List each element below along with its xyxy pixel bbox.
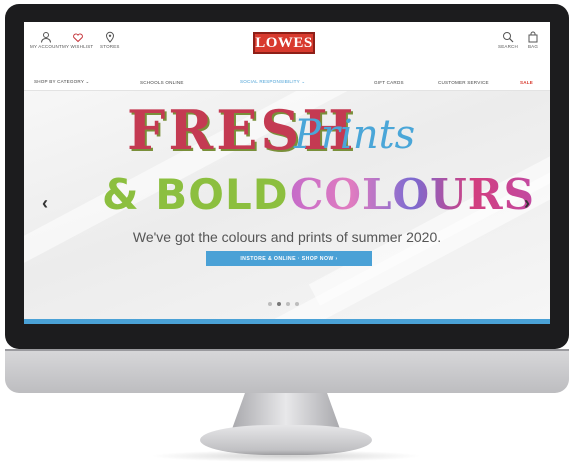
carousel-dot-active[interactable] xyxy=(277,302,281,306)
carousel-dot[interactable] xyxy=(295,302,299,306)
monitor-chin xyxy=(5,349,569,393)
headline-prints: Prints xyxy=(294,112,416,158)
hero-banner[interactable]: FRESH Prints & BOLD COLOURS We've got th… xyxy=(24,91,550,319)
website-screen: MY ACCOUNT MY WISHLIST STORES LOWES SEAR… xyxy=(24,22,550,324)
banner-tagline: We've got the colours and prints of summ… xyxy=(132,229,442,245)
location-pin-icon xyxy=(103,30,117,44)
nav-social-responsibility[interactable]: SOCIAL RESPONSIBILITY ⌄ xyxy=(240,79,305,85)
shop-now-button[interactable]: INSTORE & ONLINE · SHOP NOW › xyxy=(206,251,372,266)
headline-bold: & BOLD xyxy=(102,170,289,219)
carousel-prev-button[interactable]: ‹ xyxy=(42,193,48,214)
bag-button[interactable]: BAG xyxy=(526,30,540,49)
heart-icon xyxy=(71,30,85,44)
carousel-dot[interactable] xyxy=(286,302,290,306)
main-nav: SHOP BY CATEGORY ⌄ SCHOOLS ONLINE SOCIAL… xyxy=(24,75,550,89)
site-header: MY ACCOUNT MY WISHLIST STORES LOWES SEAR… xyxy=(24,22,550,68)
my-wishlist-link[interactable]: MY WISHLIST xyxy=(62,30,93,49)
banner-bottom-bar xyxy=(24,319,550,324)
nav-sale[interactable]: SALE xyxy=(520,80,533,85)
monitor-stand-neck xyxy=(232,393,340,429)
nav-customer-service[interactable]: CUSTOMER SERVICE xyxy=(438,80,489,85)
monitor-divider xyxy=(5,349,569,351)
search-icon xyxy=(501,30,515,44)
user-icon xyxy=(39,30,53,44)
shopping-bag-icon xyxy=(526,30,540,44)
my-account-label: MY ACCOUNT xyxy=(30,44,62,49)
search-button[interactable]: SEARCH xyxy=(498,30,518,49)
my-account-link[interactable]: MY ACCOUNT xyxy=(30,30,62,49)
nav-gift-cards[interactable]: GIFT CARDS xyxy=(374,80,404,85)
lowes-logo[interactable]: LOWES xyxy=(253,32,315,54)
headline-colours: COLOURS xyxy=(290,170,535,219)
carousel-dots xyxy=(268,302,299,306)
stores-link[interactable]: STORES xyxy=(100,30,120,49)
nav-shop-by-category[interactable]: SHOP BY CATEGORY ⌄ xyxy=(34,79,90,85)
my-wishlist-label: MY WISHLIST xyxy=(62,44,94,49)
search-label: SEARCH xyxy=(498,44,518,49)
carousel-dot[interactable] xyxy=(268,302,272,306)
floor-shadow xyxy=(150,450,422,462)
nav-schools-online[interactable]: SCHOOLS ONLINE xyxy=(140,80,184,85)
bag-label: BAG xyxy=(527,44,539,49)
stores-label: STORES xyxy=(100,44,120,49)
carousel-next-button[interactable]: › xyxy=(524,193,530,214)
